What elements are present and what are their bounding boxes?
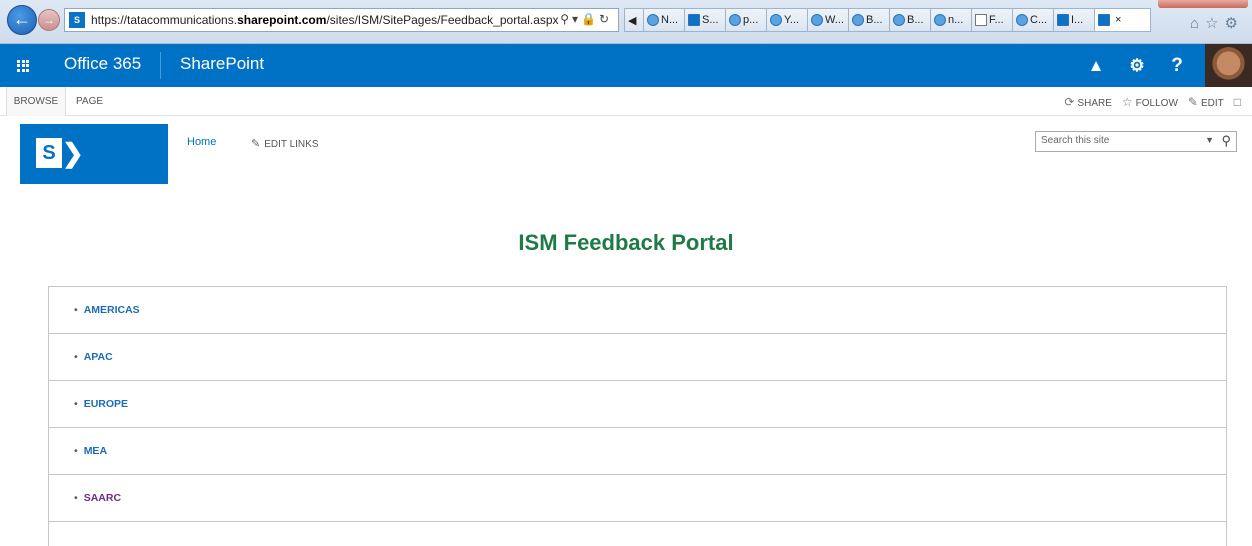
pencil-icon: ✎ — [1187, 94, 1198, 109]
ie-page-icon — [934, 14, 946, 26]
search-icon[interactable]: ⚲ — [1221, 133, 1231, 149]
region-link-saarc[interactable]: • SAARC — [49, 475, 1226, 522]
logo-arrow-icon: ❯ — [62, 138, 84, 168]
follow-button[interactable]: ☆ FOLLOW — [1122, 95, 1178, 109]
site-search: ▼ ⚲ — [1035, 131, 1237, 152]
focus-icon: □ — [1233, 94, 1241, 109]
browser-tab[interactable]: I... — [1054, 8, 1095, 32]
edit-button[interactable]: ✎ EDIT — [1188, 95, 1224, 109]
app-launcher-button[interactable] — [0, 44, 46, 87]
back-button[interactable]: ← — [7, 5, 37, 35]
pencil-icon: ✎ — [251, 138, 261, 150]
search-input[interactable] — [1041, 135, 1191, 146]
address-controls[interactable]: ⚲▾🔒↻ — [560, 12, 612, 26]
tab-close-icon[interactable]: × — [1112, 14, 1121, 26]
bullet: • — [74, 398, 78, 410]
browser-chrome: ← → S https://tatacommunications.sharepo… — [0, 0, 1252, 44]
browser-tab[interactable]: Y... — [767, 8, 808, 32]
share-button[interactable]: ⟳ SHARE — [1064, 95, 1112, 109]
share-icon: ⟳ — [1064, 94, 1075, 109]
gear-icon: ⚙ — [1129, 55, 1145, 75]
browser-tab[interactable]: B... — [890, 8, 931, 32]
document-icon — [975, 14, 987, 26]
bullet: • — [74, 492, 78, 504]
ie-page-icon — [893, 14, 905, 26]
address-bar[interactable]: S https://tatacommunications.sharepoint.… — [64, 8, 619, 32]
forward-button[interactable]: → — [38, 9, 60, 31]
browser-tab[interactable]: F... — [972, 8, 1013, 32]
sharepoint-favicon-icon: S — [69, 12, 85, 28]
tab-scroll-left[interactable]: ◀ — [624, 8, 644, 32]
ie-page-icon — [852, 14, 864, 26]
ribbon-actions: ⟳ SHARE ☆ FOLLOW ✎ EDIT □ — [1064, 87, 1244, 116]
office365-brand[interactable]: Office 365 — [64, 54, 141, 74]
bullet: • — [74, 351, 78, 363]
notifications-button[interactable]: ▲ — [1076, 44, 1116, 87]
browser-tab[interactable]: B... — [849, 8, 890, 32]
waffle-icon — [17, 59, 29, 72]
region-link-europe[interactable]: • EUROPE — [49, 381, 1226, 428]
window-controls[interactable] — [1158, 0, 1248, 8]
star-icon: ☆ — [1121, 94, 1133, 109]
browser-tab-active[interactable]: × — [1095, 8, 1151, 32]
search-scope-dropdown-icon[interactable]: ▼ — [1205, 135, 1214, 145]
browser-tab[interactable]: W... — [808, 8, 849, 32]
brand-divider — [160, 52, 161, 79]
browser-tab[interactable]: S... — [685, 8, 726, 32]
page-title: ISM Feedback Portal — [518, 230, 734, 255]
nav-home-link[interactable]: Home — [187, 136, 216, 148]
edit-links-button[interactable]: ✎ EDIT LINKS — [251, 137, 319, 150]
address-url: https://tatacommunications.sharepoint.co… — [91, 13, 559, 27]
tab-browse[interactable]: BROWSE — [6, 87, 66, 116]
favorites-star-icon[interactable]: ☆ — [1205, 15, 1224, 32]
browser-tab[interactable]: n... — [931, 8, 972, 32]
bullet: • — [74, 445, 78, 457]
suite-bar: Office 365 SharePoint ▲ ⚙ ? — [0, 44, 1252, 87]
tab-page[interactable]: PAGE — [76, 87, 103, 116]
settings-button[interactable]: ⚙ — [1117, 44, 1157, 87]
focus-mode-button[interactable]: □ — [1234, 95, 1244, 109]
region-link-mea[interactable]: • MEA — [49, 428, 1226, 475]
help-icon: ? — [1171, 54, 1183, 76]
bullet: • — [74, 304, 78, 316]
region-link-apac[interactable]: • APAC — [49, 334, 1226, 381]
browser-toolbar-icons: ⌂☆⚙ — [1190, 14, 1244, 32]
region-link-americas[interactable]: • AMERICAS — [49, 287, 1226, 334]
help-button[interactable]: ? — [1157, 44, 1197, 87]
site-logo[interactable]: S ❯ — [20, 124, 168, 184]
home-icon[interactable]: ⌂ — [1190, 15, 1205, 32]
ie-page-icon — [729, 14, 741, 26]
ie-page-icon — [811, 14, 823, 26]
sharepoint-app-title[interactable]: SharePoint — [180, 54, 264, 74]
sharepoint-logo-icon: S — [36, 138, 62, 168]
ie-page-icon — [770, 14, 782, 26]
avatar[interactable] — [1205, 44, 1252, 87]
bell-icon: ▲ — [1087, 55, 1105, 75]
ie-page-icon — [647, 14, 659, 26]
tools-gear-icon[interactable]: ⚙ — [1225, 15, 1244, 32]
browser-tab[interactable]: p... — [726, 8, 767, 32]
browser-tab-strip: ◀ N... S... p... Y... W... B... B... n..… — [624, 8, 1151, 32]
browser-tab[interactable]: C... — [1013, 8, 1054, 32]
ribbon: BROWSE PAGE ⟳ SHARE ☆ FOLLOW ✎ EDIT □ — [0, 87, 1252, 116]
sharepoint-icon — [1057, 14, 1069, 26]
region-list: • AMERICAS • APAC • EUROPE • MEA • SAARC — [48, 286, 1227, 546]
chrome-page-icon — [1016, 14, 1028, 26]
sharepoint-icon — [688, 14, 700, 26]
browser-tab[interactable]: N... — [644, 8, 685, 32]
sharepoint-icon — [1098, 14, 1110, 26]
